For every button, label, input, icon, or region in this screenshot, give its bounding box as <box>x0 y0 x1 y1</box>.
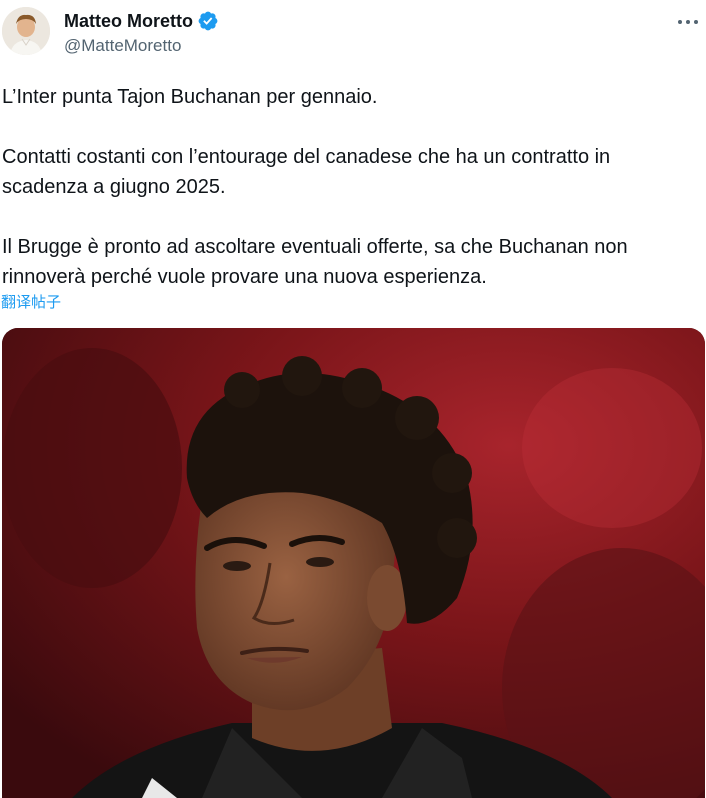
more-options-button[interactable] <box>674 8 702 36</box>
more-horizontal-icon <box>678 20 698 24</box>
tweet-media-photo[interactable] <box>2 328 705 798</box>
tweet-line: Il Brugge è pronto ad ascoltare eventual… <box>2 236 628 258</box>
author-name-row: Matteo Moretto <box>64 9 219 33</box>
author-handle[interactable]: @MatteMoretto <box>64 36 181 56</box>
verified-badge-icon <box>198 11 218 31</box>
tweet-line: L’Inter punta Tajon Buchanan per gennaio… <box>2 86 378 108</box>
user-avatar-icon <box>2 7 50 55</box>
tweet-line: Contatti costanti con l’entourage del ca… <box>2 146 611 168</box>
avatar[interactable] <box>2 7 50 55</box>
tweet-text: L’Inter punta Tajon Buchanan per gennaio… <box>2 82 702 292</box>
author-display-name[interactable]: Matteo Moretto <box>64 11 193 32</box>
tweet-line: rinnoverà perché vuole provare una nuova… <box>2 266 487 288</box>
tweet-line: scadenza a giugno 2025. <box>2 176 226 198</box>
translate-post-link[interactable]: 翻译帖子 <box>1 291 61 312</box>
player-portrait-icon <box>2 328 705 798</box>
